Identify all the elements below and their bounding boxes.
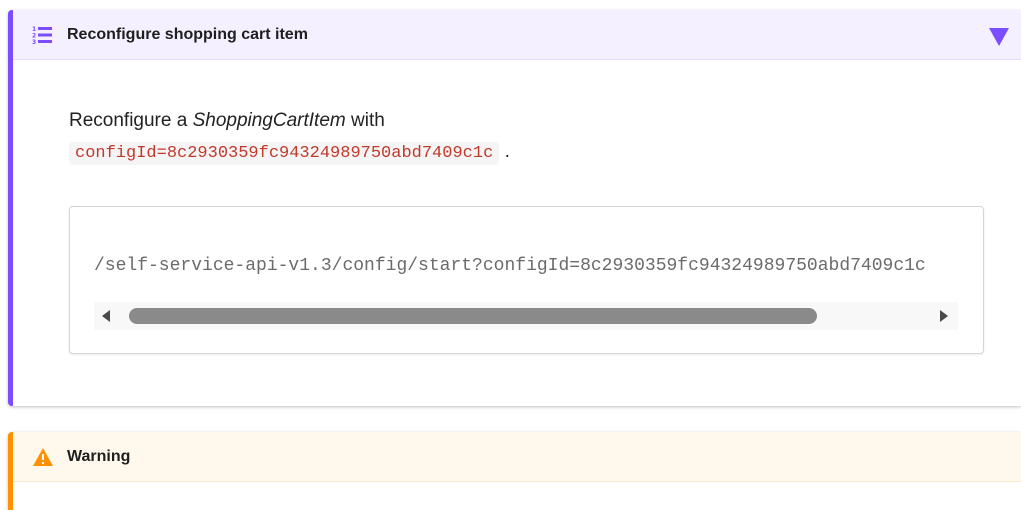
scroll-right-arrow-icon[interactable]	[940, 310, 948, 322]
code-block-text[interactable]: /self-service-api-v1.3/config/start?conf…	[94, 256, 958, 276]
description-paragraph: Reconfigure a ShoppingCartItem with conf…	[69, 105, 969, 169]
triangle-down-icon[interactable]	[989, 28, 1009, 46]
scroll-left-arrow-icon[interactable]	[102, 310, 110, 322]
svg-text:3: 3	[32, 39, 36, 45]
warning-admonition-header: Warning	[13, 432, 1021, 482]
description-middle: with	[345, 110, 385, 131]
description-suffix: .	[504, 141, 510, 162]
warning-admonition-title: Warning	[67, 447, 131, 465]
description-prefix: Reconfigure a	[69, 110, 193, 131]
config-id-inline-code: configId=8c2930359fc94324989750abd7409c1…	[69, 142, 500, 165]
code-block: /self-service-api-v1.3/config/start?conf…	[69, 206, 984, 354]
warning-admonition: Warning	[8, 432, 1021, 510]
numbered-list-icon: 1 2 3	[32, 25, 52, 46]
warning-triangle-icon	[32, 447, 53, 467]
example-admonition-title: Reconfigure shopping cart item	[67, 25, 308, 43]
example-admonition: 1 2 3 Reconfigure shopping cart item Rec…	[8, 10, 1021, 406]
description-emphasis: ShoppingCartItem	[192, 110, 346, 131]
example-admonition-header[interactable]: 1 2 3 Reconfigure shopping cart item	[13, 10, 1021, 60]
scrollbar-thumb[interactable]	[129, 308, 817, 324]
horizontal-scrollbar[interactable]	[94, 302, 958, 330]
